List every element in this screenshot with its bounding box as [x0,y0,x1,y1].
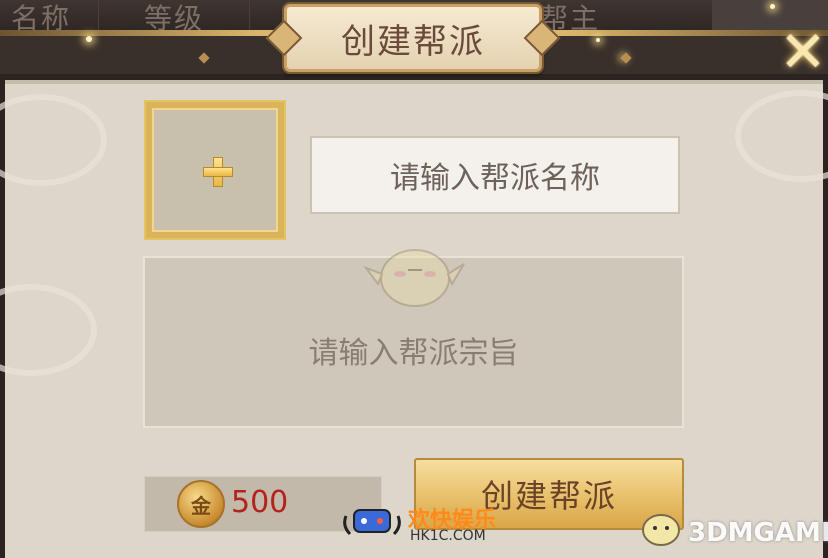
column-header-level: 等级 [98,0,250,35]
purpose-placeholder: 请输入帮派宗旨 [308,336,519,371]
watermark-site-url: HK1C.COM [410,528,486,544]
column-header-name: 名称 [10,2,71,35]
watermark-brand: 3DMGAME [688,518,828,548]
swirl-decoration [0,284,97,376]
sparkle-decoration [596,38,600,42]
dialog-title: 创建帮派 [341,21,485,62]
gamepad-watermark-icon [343,509,401,536]
chick-watermark-icon [642,514,680,546]
dialog-title-plate: 创建帮派 [284,4,542,72]
mascot-watermark-icon [363,249,465,307]
cost-value: 500 [231,485,289,520]
guild-name-input[interactable]: 请输入帮派名称 [310,136,680,214]
sparkle-decoration [770,4,775,9]
gold-coin-icon: 金 [177,480,225,528]
close-icon[interactable]: ✕ [778,20,828,85]
swirl-decoration [735,90,828,182]
swirl-decoration [0,94,107,186]
sparkle-decoration [86,36,92,42]
guild-emblem-slot[interactable] [144,100,286,240]
plus-icon [203,157,233,187]
